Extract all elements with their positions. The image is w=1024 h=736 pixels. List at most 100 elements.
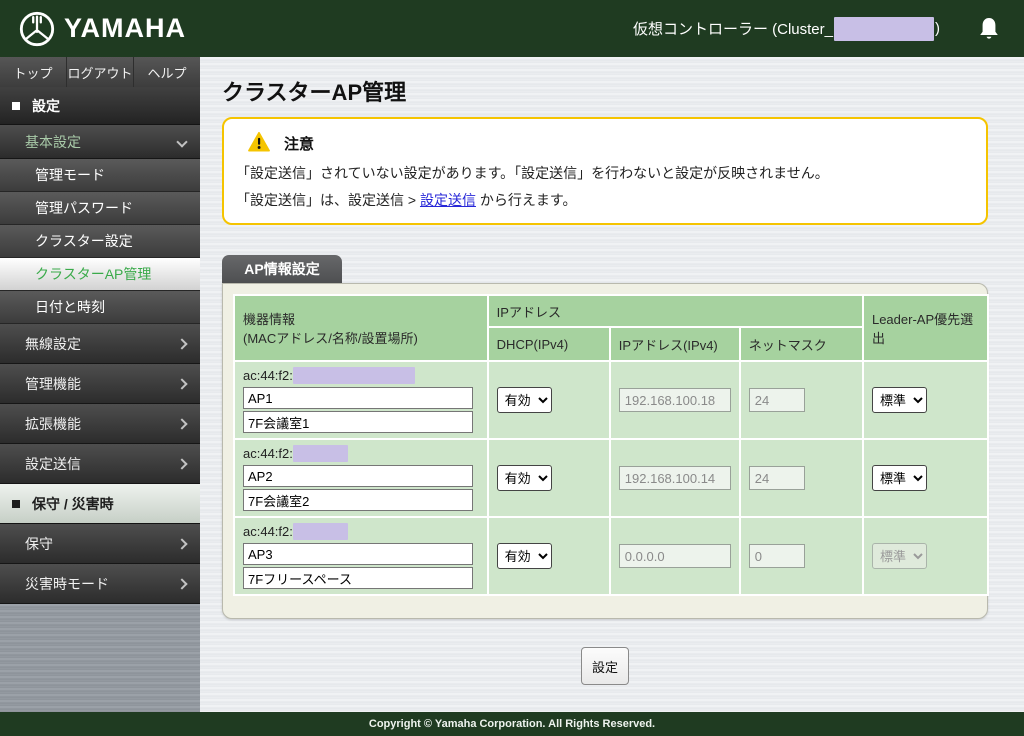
- dhcp-cell-ap3: 有効: [488, 518, 609, 594]
- sidebar-item-wireless-settings-label: 無線設定: [25, 335, 81, 352]
- ip-cell-ap3: [610, 518, 739, 594]
- yamaha-emblem-icon: [18, 10, 56, 48]
- sidebar-item-management-functions[interactable]: 管理機能: [0, 364, 200, 404]
- table-row-ap2: ac:44:f2: 有効: [235, 440, 987, 516]
- chevron-right-icon: [176, 537, 188, 550]
- device-cell-ap3: ac:44:f2:: [235, 518, 487, 594]
- chevron-right-icon: [176, 417, 188, 430]
- netmask-cell-ap2: [740, 440, 862, 516]
- leader-cell-ap3: 標準: [863, 518, 987, 594]
- sidebar-item-cluster-ap-management-label: クラスターAP管理: [35, 266, 152, 282]
- sidebar-section-settings-label: 設定: [32, 97, 60, 114]
- sidebar: トップ ログアウト ヘルプ 設定 基本設定 管理モード 管理パスワード クラスタ…: [0, 57, 200, 712]
- dhcp-select-ap2[interactable]: 有効: [496, 465, 552, 491]
- sidebar-item-maintenance[interactable]: 保守: [0, 524, 200, 564]
- sidebar-item-admin-password[interactable]: 管理パスワード: [0, 192, 200, 225]
- netmask-cell-ap1: [740, 362, 862, 438]
- col-header-leader-ap: Leader-AP優先選出: [863, 296, 987, 360]
- chevron-right-icon: [176, 377, 188, 390]
- dhcp-select-ap1[interactable]: 有効: [496, 387, 552, 413]
- config-send-link[interactable]: 設定送信: [420, 192, 476, 208]
- dhcp-cell-ap2: 有効: [488, 440, 609, 516]
- sidebar-section-settings: 設定: [0, 87, 200, 125]
- leader-cell-ap1: 標準: [863, 362, 987, 438]
- chevron-right-icon: [176, 457, 188, 470]
- mac-address-ap1: ac:44:f2:: [243, 367, 479, 384]
- col-header-dhcp: DHCP(IPv4): [488, 328, 609, 360]
- warning-box: 注意 「設定送信」されていない設定があります。「設定送信」を行わないと設定が反映…: [222, 117, 988, 225]
- top-bar: YAMAHA 仮想コントローラー (Cluster_ ): [0, 0, 1024, 57]
- sidebar-section-maintenance: 保守 / 災害時: [0, 484, 200, 524]
- sidebar-tab-logout[interactable]: ログアウト: [67, 57, 134, 87]
- notification-bell-icon[interactable]: [978, 17, 1000, 41]
- dhcp-select-ap3[interactable]: 有効: [496, 543, 552, 569]
- redaction-box: [292, 523, 348, 540]
- sidebar-item-wireless-settings[interactable]: 無線設定: [0, 324, 200, 364]
- sidebar-item-config-send[interactable]: 設定送信: [0, 444, 200, 484]
- sidebar-item-cluster-settings[interactable]: クラスター設定: [0, 225, 200, 258]
- netmask-input-ap1: [748, 388, 805, 412]
- ap-name-input-ap2[interactable]: [243, 465, 473, 487]
- redaction-box: [834, 16, 934, 41]
- ip-address-input-ap2: [618, 466, 731, 490]
- ap-location-input-ap3[interactable]: [243, 567, 473, 589]
- page-title: クラスターAP管理: [222, 80, 407, 105]
- col-header-device-info: 機器情報 (MACアドレス/名称/設置場所): [235, 296, 487, 360]
- ap-name-input-ap1[interactable]: [243, 387, 473, 409]
- tab-ap-info-settings[interactable]: AP情報設定: [222, 255, 342, 283]
- ap-location-input-ap1[interactable]: [243, 411, 473, 433]
- sidebar-item-admin-mode[interactable]: 管理モード: [0, 159, 200, 192]
- dhcp-cell-ap1: 有効: [488, 362, 609, 438]
- controller-title-suffix: ): [935, 20, 940, 37]
- controller-title-prefix: 仮想コントローラー (Cluster_: [632, 21, 833, 38]
- leader-select-ap2[interactable]: 標準: [871, 465, 927, 491]
- netmask-cell-ap3: [740, 518, 862, 594]
- mac-address-ap2: ac:44:f2:: [243, 445, 479, 462]
- warning-line-1: 「設定送信」されていない設定があります。「設定送信」を行わないと設定が反映されま…: [236, 165, 829, 181]
- sidebar-item-disaster-mode[interactable]: 災害時モード: [0, 564, 200, 604]
- tab-ap-info-settings-label: AP情報設定: [244, 261, 320, 277]
- netmask-input-ap3: [748, 544, 805, 568]
- controller-title: 仮想コントローラー (Cluster_ ): [632, 16, 940, 41]
- ip-address-input-ap3: [618, 544, 731, 568]
- ap-table: 機器情報 (MACアドレス/名称/設置場所) IPアドレス Leader-AP優…: [233, 294, 989, 596]
- warning-line-2-suffix: から行えます。: [475, 192, 577, 208]
- leader-select-ap3: 標準: [871, 543, 927, 569]
- warning-triangle-icon: [248, 132, 270, 155]
- footer: Copyright © Yamaha Corporation. All Righ…: [0, 712, 1024, 736]
- sidebar-item-cluster-ap-management[interactable]: クラスターAP管理: [0, 258, 200, 291]
- yamaha-logo: YAMAHA: [0, 10, 186, 48]
- device-cell-ap1: ac:44:f2:: [235, 362, 487, 438]
- sidebar-item-date-time-label: 日付と時刻: [35, 299, 105, 315]
- col-header-device-info-line2: (MACアドレス/名称/設置場所): [243, 331, 418, 346]
- col-header-device-info-line1: 機器情報: [243, 312, 296, 327]
- yamaha-wordmark: YAMAHA: [64, 13, 187, 43]
- sidebar-filler: [0, 604, 200, 712]
- sidebar-item-extended-functions-label: 拡張機能: [25, 415, 81, 432]
- ip-address-input-ap1: [618, 388, 731, 412]
- sidebar-tab-logout-label: ログアウト: [67, 65, 133, 81]
- warning-line-2: 「設定送信」は、設定送信 > 設定送信 から行えます。: [236, 191, 972, 209]
- ap-location-input-ap2[interactable]: [243, 489, 473, 511]
- sidebar-item-basic-settings-label: 基本設定: [25, 133, 81, 150]
- sidebar-item-config-send-label: 設定送信: [25, 455, 81, 472]
- submit-settings-button[interactable]: 設定: [581, 647, 629, 685]
- sidebar-tabs: トップ ログアウト ヘルプ: [0, 57, 200, 87]
- mac-prefix-ap2: ac:44:f2:: [243, 446, 293, 461]
- ip-cell-ap1: [610, 362, 739, 438]
- sidebar-tab-help[interactable]: ヘルプ: [134, 57, 200, 87]
- chevron-down-icon: [176, 135, 188, 148]
- sidebar-item-management-functions-label: 管理機能: [25, 375, 81, 392]
- sidebar-item-cluster-settings-label: クラスター設定: [35, 233, 133, 249]
- sidebar-item-basic-settings[interactable]: 基本設定: [0, 125, 200, 159]
- sidebar-item-disaster-mode-label: 災害時モード: [25, 575, 109, 592]
- ap-name-input-ap3[interactable]: [243, 543, 473, 565]
- leader-select-ap1[interactable]: 標準: [871, 387, 927, 413]
- sidebar-section-maintenance-label: 保守 / 災害時: [32, 495, 114, 512]
- sidebar-item-date-time[interactable]: 日付と時刻: [0, 291, 200, 324]
- sidebar-item-admin-mode-label: 管理モード: [35, 167, 105, 183]
- sidebar-item-extended-functions[interactable]: 拡張機能: [0, 404, 200, 444]
- device-cell-ap2: ac:44:f2:: [235, 440, 487, 516]
- sidebar-tab-top[interactable]: トップ: [0, 57, 67, 87]
- mac-prefix-ap3: ac:44:f2:: [243, 524, 293, 539]
